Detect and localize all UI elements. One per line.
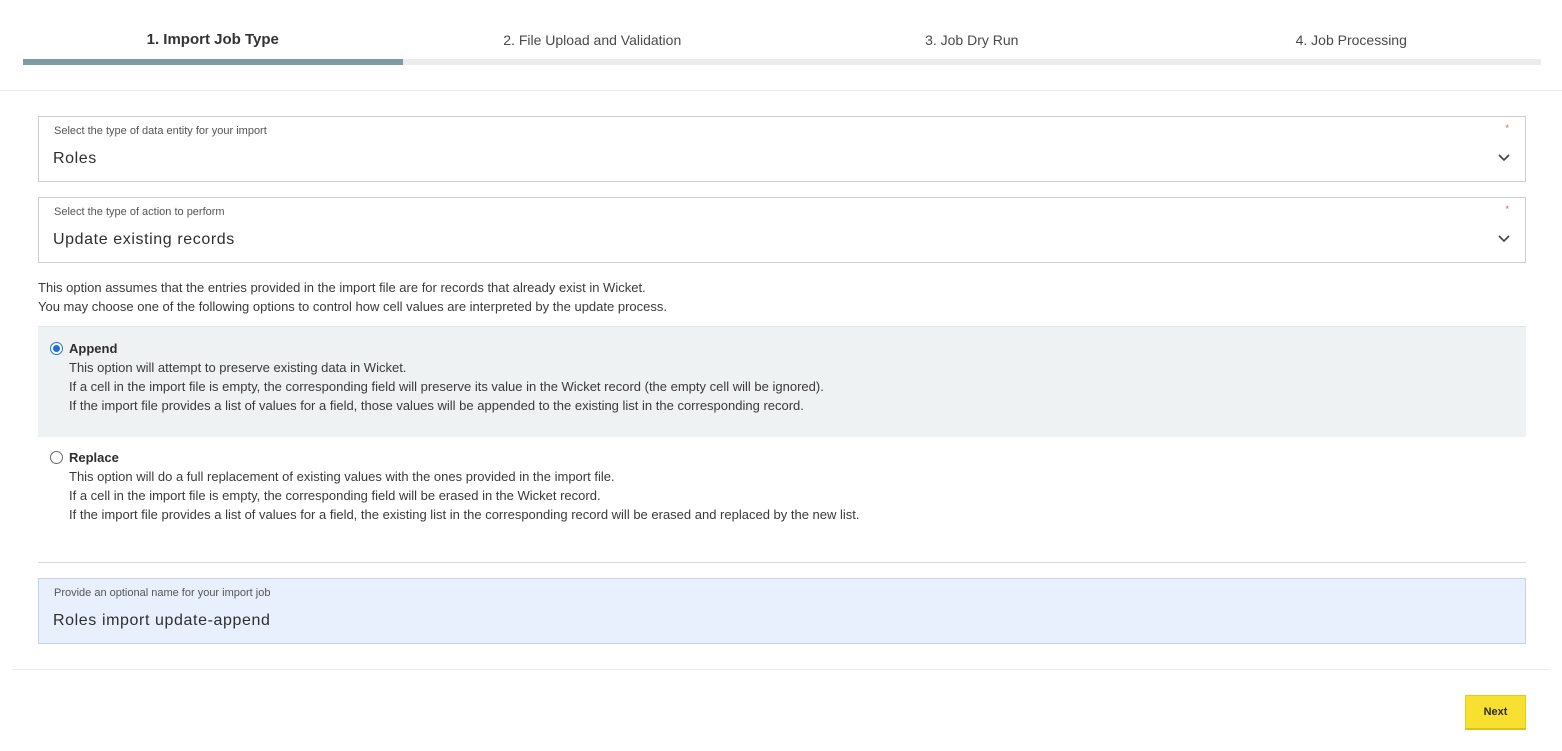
- job-name-field[interactable]: Provide an optional name for your import…: [38, 578, 1526, 644]
- step-progress-bar: [402, 59, 782, 65]
- replace-title: Replace: [69, 450, 119, 465]
- step-progress-bar: [23, 59, 403, 65]
- action-type-value: Update existing records: [53, 231, 235, 248]
- update-description-line-1: This option assumes that the entries pro…: [38, 280, 646, 295]
- entity-type-select[interactable]: Select the type of data entity for your …: [38, 116, 1526, 182]
- replace-description-line: If the import file provides a list of va…: [69, 507, 860, 522]
- step-job-processing[interactable]: 4. Job Processing: [1161, 0, 1541, 65]
- step-file-upload-validation[interactable]: 2. File Upload and Validation: [402, 0, 782, 65]
- append-description-line: If a cell in the import file is empty, t…: [69, 379, 824, 394]
- update-description-line-2: You may choose one of the following opti…: [38, 299, 667, 314]
- step-label: 4. Job Processing: [1295, 32, 1407, 48]
- replace-description-line: If a cell in the import file is empty, t…: [69, 488, 601, 503]
- replace-option[interactable]: Replace This option will do a full repla…: [38, 437, 1526, 537]
- append-radio[interactable]: [50, 342, 63, 355]
- action-type-label: Select the type of action to perform: [54, 206, 225, 218]
- job-name-label: Provide an optional name for your import…: [54, 587, 271, 599]
- required-indicator: *: [1505, 204, 1509, 214]
- action-type-select[interactable]: Select the type of action to perform Upd…: [38, 197, 1526, 263]
- step-label: 3. Job Dry Run: [925, 32, 1019, 48]
- step-progress-bar: [782, 59, 1162, 65]
- entity-type-value: Roles: [53, 150, 97, 167]
- replace-description-line: This option will do a full replacement o…: [69, 469, 615, 484]
- chevron-down-icon[interactable]: [1497, 152, 1511, 162]
- next-button[interactable]: Next: [1465, 695, 1526, 730]
- append-option[interactable]: Append This option will attempt to prese…: [38, 326, 1526, 437]
- append-title: Append: [69, 341, 118, 356]
- job-name-input[interactable]: Roles import update-append: [53, 612, 271, 630]
- section-divider: [38, 562, 1526, 563]
- append-description-line: If the import file provides a list of va…: [69, 398, 804, 413]
- step-label: 2. File Upload and Validation: [503, 32, 682, 48]
- entity-type-label: Select the type of data entity for your …: [54, 125, 267, 137]
- import-stepper: 1. Import Job Type 2. File Upload and Va…: [23, 0, 1541, 65]
- replace-radio[interactable]: [50, 451, 63, 464]
- step-label: 1. Import Job Type: [146, 31, 279, 48]
- required-indicator: *: [1505, 123, 1509, 133]
- chevron-down-icon[interactable]: [1497, 233, 1511, 243]
- step-job-dry-run[interactable]: 3. Job Dry Run: [782, 0, 1162, 65]
- step-progress-bar: [1161, 59, 1541, 65]
- step-import-job-type[interactable]: 1. Import Job Type: [23, 0, 403, 65]
- append-description-line: This option will attempt to preserve exi…: [69, 360, 407, 375]
- header-divider: [0, 90, 1562, 91]
- footer-divider: [12, 669, 1550, 670]
